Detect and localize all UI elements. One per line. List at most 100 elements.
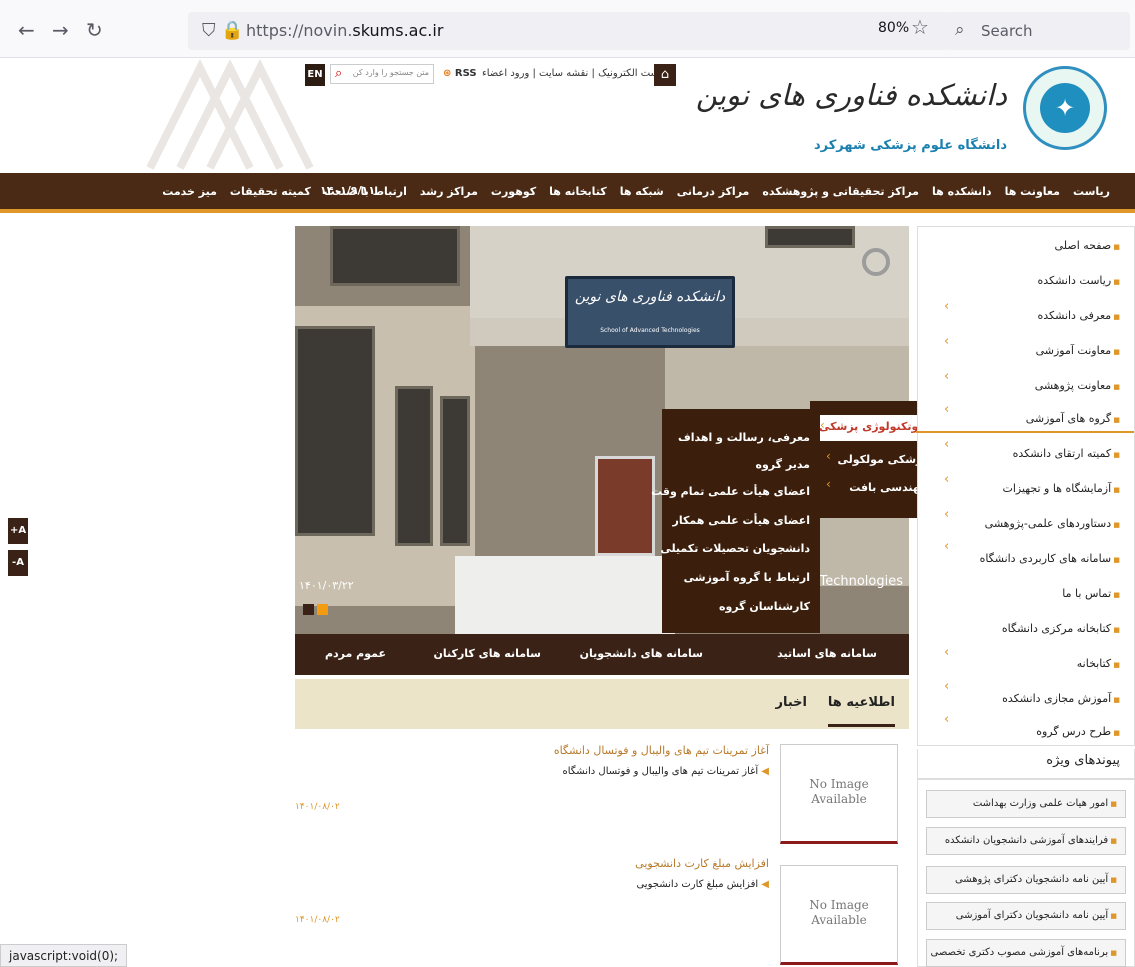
bookmark-star-icon[interactable]: ☆: [911, 15, 929, 39]
english-button[interactable]: EN: [305, 64, 325, 86]
sidebar-item[interactable]: آموزش مجازی دانشکده: [1002, 692, 1120, 705]
chevron-left-icon: ‹: [944, 437, 950, 452]
photo-ring: [862, 248, 890, 276]
service-staff[interactable]: سامانه های کارکنان: [434, 647, 541, 660]
news-title[interactable]: آغاز تمرینات تیم های والیبال و فوتسال دا…: [554, 744, 769, 757]
reload-icon[interactable]: ↻: [86, 18, 103, 42]
slide-date: ۱۴۰۱/۰۳/۲۲: [299, 579, 354, 592]
nav-item[interactable]: کتابخانه ها: [549, 185, 607, 198]
active-underline: [916, 431, 1134, 433]
service-students[interactable]: سامانه های دانشجویان: [580, 647, 703, 660]
chevron-left-icon: ‹: [944, 402, 950, 417]
browser-search-box[interactable]: ⌕ Search: [945, 12, 1130, 50]
nav-item[interactable]: کوهورت: [491, 185, 536, 198]
nav-item[interactable]: دانشکده ها: [932, 185, 992, 198]
nav-item[interactable]: شبکه ها: [620, 185, 664, 198]
group-details-panel: معرفی، رسالت و اهداف مدیر گروه اعضای هیأ…: [651, 409, 820, 633]
panel-item[interactable]: کارشناسان گروه: [719, 600, 810, 613]
news-image-placeholder: No Image Available: [780, 865, 898, 965]
shield-lock-icon: ⛉ 🔒: [202, 20, 244, 41]
sidebar-item[interactable]: ریاست دانشکده: [1037, 274, 1120, 287]
special-link[interactable]: فرایندهای آموزشی دانشجویان دانشکده: [926, 827, 1126, 855]
sign-small-text: School of Advanced Technologies: [600, 327, 700, 334]
sidebar-item[interactable]: طرح درس گروه: [1036, 725, 1120, 738]
chevron-left-icon: ‹: [944, 299, 950, 314]
main-nav: ۱۴۰۱/۹/۱۱ ریاست معاونت ها دانشکده ها مرا…: [0, 173, 1135, 213]
sidebar-item[interactable]: دستاوردهای علمی-پژوهشی: [985, 517, 1120, 530]
tab-news[interactable]: اخبار: [776, 695, 808, 710]
site-subtitle: دانشگاه علوم پزشکی شهرکرد: [813, 138, 1007, 153]
sidebar-item[interactable]: آزمایشگاه ها و تجهیزات: [1002, 482, 1120, 495]
service-public[interactable]: عموم مردم: [325, 647, 386, 660]
service-teachers[interactable]: سامانه های اساتید: [777, 647, 877, 660]
sidebar-item[interactable]: کمیته ارتقای دانشکده: [1013, 447, 1120, 460]
site-search-input[interactable]: ⌕ متن جستجو را وارد کن: [330, 64, 434, 84]
news-summary: آغاز تمرینات تیم های والیبال و فوتسال دا…: [563, 766, 770, 777]
university-logo[interactable]: ✦: [1023, 66, 1107, 150]
panel-item[interactable]: ارتباط با گروه آموزشی: [684, 571, 810, 584]
search-icon: ⌕: [955, 20, 965, 40]
rss-icon: ⊛: [443, 68, 452, 79]
nav-item[interactable]: کمیته تحقیقات: [230, 185, 311, 198]
status-bar: javascript:void(0);: [0, 944, 128, 967]
forward-icon[interactable]: →: [52, 18, 69, 42]
zoom-level[interactable]: 80%: [878, 20, 909, 36]
submenu-item-biotech[interactable]: بیوتکنولوژی پزشکی: [819, 415, 931, 441]
nav-item[interactable]: مراکز تحقیقاتی و پژوهشکده: [762, 185, 919, 198]
header-links[interactable]: پست الکترونیک | نقشه سایت | ورود اعضاء |: [482, 68, 669, 79]
news-item[interactable]: No Image Available افزایش مبلغ کارت دانش…: [295, 857, 909, 967]
sidebar-item[interactable]: تماس با ما: [1062, 587, 1120, 600]
panel-item[interactable]: اعضای هیأت علمی تمام وقت: [651, 485, 810, 498]
submenu-item-molecular[interactable]: پزشکی مولکولی: [837, 453, 927, 466]
news-date: ۱۴۰۱/۰۸/۰۲: [295, 802, 340, 812]
search-icon[interactable]: ⌕: [335, 66, 342, 81]
sidebar-item[interactable]: صفحه اصلی: [1055, 239, 1120, 252]
panel-item[interactable]: مدیر گروه: [755, 458, 810, 471]
chevron-left-icon: ‹: [826, 449, 831, 463]
special-link[interactable]: امور هیات علمی وزارت بهداشت: [926, 790, 1126, 818]
font-decrease-button[interactable]: -A: [8, 550, 28, 576]
back-icon[interactable]: ←: [18, 18, 35, 42]
slider-dot[interactable]: [303, 604, 314, 615]
notice-board: [595, 456, 655, 556]
browser-toolbar: ← → ↻ ⛉ 🔒 https://novin.skums.ac.ir 80% …: [0, 0, 1135, 58]
submenu-item-tissue[interactable]: مهندسی بافت: [849, 481, 927, 494]
sidebar-item[interactable]: سامانه های کاربردی دانشگاه: [980, 552, 1120, 565]
photo-window: [765, 226, 855, 248]
home-icon[interactable]: ⌂: [654, 64, 676, 86]
panel-item[interactable]: دانشجویان تحصیلات تکمیلی: [660, 542, 810, 555]
special-link[interactable]: آیین نامه دانشجویان دکترای پژوهشی: [926, 866, 1126, 894]
nav-item[interactable]: ارتباط با صنعت: [324, 185, 407, 198]
chevron-left-icon: ‹: [944, 334, 950, 349]
news-image-placeholder: No Image Available: [780, 744, 898, 844]
building-sign: دانشکده فناوری های نوین School of Advanc…: [565, 276, 735, 348]
address-bar[interactable]: ⛉ 🔒 https://novin.skums.ac.ir: [188, 12, 948, 50]
nav-item[interactable]: میز خدمت: [162, 185, 217, 198]
sidebar-item[interactable]: معاونت آموزشی: [1036, 344, 1120, 357]
nav-item[interactable]: معاونت ها: [1005, 185, 1060, 198]
chevron-left-icon: ‹: [944, 472, 950, 487]
sidebar-item-active[interactable]: گروه های آموزشی: [1026, 412, 1120, 425]
rss-link[interactable]: ⊛ RSS: [443, 68, 477, 79]
special-link[interactable]: برنامه‌های آموزشی مصوب دکتری تخصصی: [926, 939, 1126, 967]
nav-item[interactable]: مراکز درمانی: [677, 185, 750, 198]
slider-dot-active[interactable]: [317, 604, 328, 615]
chevron-left-icon: ‹: [944, 369, 950, 384]
sidebar-item[interactable]: معرفی دانشکده: [1038, 309, 1120, 322]
special-link[interactable]: آیین نامه دانشجویان دکترای آموزشی: [926, 902, 1126, 930]
news-summary: افزایش مبلغ کارت دانشجویی: [636, 879, 769, 890]
panel-item[interactable]: معرفی، رسالت و اهداف: [678, 431, 810, 444]
site-header: ✦ دانشکده فناوری های نوین دانشگاه علوم پ…: [0, 58, 1135, 173]
sidebar-item[interactable]: کتابخانه مرکزی دانشگاه: [1002, 622, 1120, 635]
news-item[interactable]: No Image Available آغاز تمرینات تیم های …: [295, 744, 909, 864]
tab-announcements[interactable]: اطلاعیه ها: [827, 695, 895, 727]
news-title[interactable]: افزایش مبلغ کارت دانشجویی: [635, 857, 769, 870]
nav-item[interactable]: ریاست: [1073, 185, 1110, 198]
nav-item[interactable]: مراکز رشد: [420, 185, 478, 198]
panel-item[interactable]: اعضای هیأت علمی همکار: [673, 514, 811, 527]
site-name[interactable]: دانشکده فناوری های نوین: [696, 78, 1007, 112]
font-increase-button[interactable]: +A: [8, 518, 28, 544]
sidebar-item[interactable]: معاونت پژوهشی: [1035, 379, 1120, 392]
sidebar-item[interactable]: کتابخانه: [1077, 657, 1120, 670]
decorative-pattern: [146, 59, 314, 170]
